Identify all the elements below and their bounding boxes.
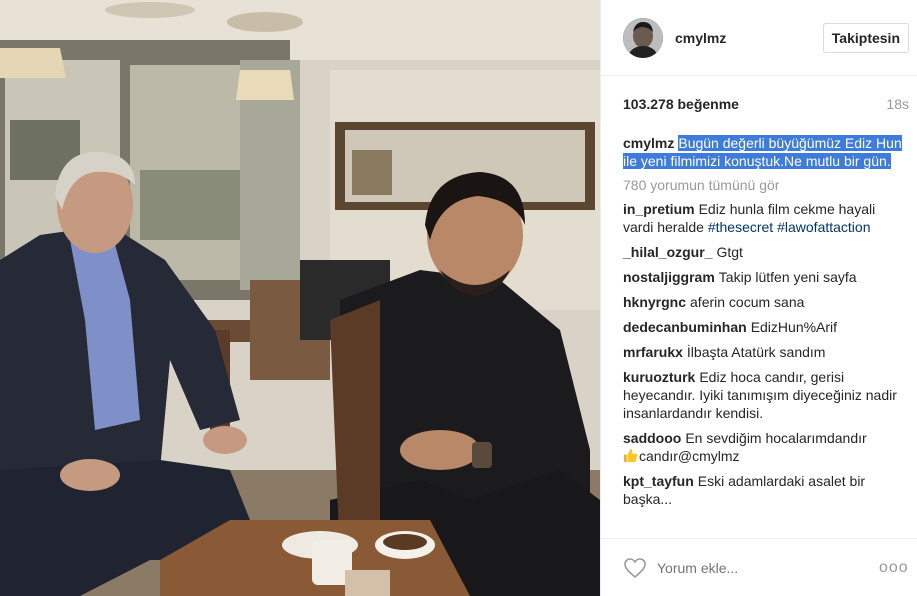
comment-text: Gtgt <box>716 244 743 260</box>
hashtag-link[interactable]: #lawofattaction <box>777 219 870 235</box>
avatar[interactable] <box>623 17 663 58</box>
thumbs-up-emoji-icon <box>623 448 638 463</box>
comment-author[interactable]: kpt_tayfun <box>623 473 694 489</box>
comment: in_pretium Ediz hunla film cekme hayali v… <box>623 200 903 236</box>
comment: saddooo En sevdiğim hocalarımdandır candı… <box>623 429 903 465</box>
comment: nostaljiggram Takip lütfen yeni sayfa <box>623 268 903 286</box>
comment-author[interactable]: _hilal_ozgur_ <box>623 244 712 260</box>
comment: mrfarukx İlbaşta Atatürk sandım <box>623 343 903 361</box>
follow-button[interactable]: Takiptesin <box>822 23 909 53</box>
comment-text: En sevdiğim hocalarımdandır <box>685 430 867 446</box>
instagram-post: cmylmz Takiptesin 103.278 beğenme 18s cm… <box>0 0 917 596</box>
post-header: cmylmz Takiptesin <box>601 0 917 76</box>
comment-text: aferin cocum sana <box>690 294 805 310</box>
comment-author[interactable]: hknyrgnc <box>623 294 686 310</box>
likes-row: 103.278 beğenme 18s <box>623 96 909 112</box>
post-sidebar: cmylmz Takiptesin 103.278 beğenme 18s cm… <box>600 0 917 596</box>
caption-author[interactable]: cmylmz <box>623 135 674 151</box>
comments-list: cmylmz Bugün değerli büyüğümüz Ediz Hun i… <box>623 134 903 515</box>
post-footer: ooo <box>601 538 917 596</box>
photo-illustration <box>0 0 600 596</box>
likes-count[interactable]: 103.278 beğenme <box>623 96 739 112</box>
hashtag-link[interactable]: #thesecret <box>708 219 773 235</box>
comment-author[interactable]: in_pretium <box>623 201 695 217</box>
view-all-comments-link[interactable]: 780 yorumun tümünü gör <box>623 177 903 193</box>
more-options-icon[interactable]: ooo <box>879 559 909 577</box>
comment: dedecanbuminhan EdizHun%Arif <box>623 318 903 336</box>
comment: kuruozturk Ediz hoca candır, gerisi heyec… <box>623 368 903 422</box>
comment-author[interactable]: saddooo <box>623 430 681 446</box>
comment-text: Takip lütfen yeni sayfa <box>718 269 857 285</box>
caption: cmylmz Bugün değerli büyüğümüz Ediz Hun i… <box>623 134 903 170</box>
comment-author[interactable]: mrfarukx <box>623 344 683 360</box>
comment-author[interactable]: dedecanbuminhan <box>623 319 747 335</box>
post-time[interactable]: 18s <box>886 96 909 112</box>
comment-author[interactable]: kuruozturk <box>623 369 695 385</box>
comment-text: İlbaşta Atatürk sandım <box>686 344 826 360</box>
comment-text: candır@cmylmz <box>639 448 740 464</box>
comment-author[interactable]: nostaljiggram <box>623 269 715 285</box>
comment-text: EdizHun%Arif <box>750 319 838 335</box>
comment-input[interactable] <box>657 559 879 576</box>
post-photo[interactable] <box>0 0 600 596</box>
comment: kpt_tayfun Eski adamlardaki asalet bir ba… <box>623 472 903 508</box>
heart-icon[interactable] <box>623 557 647 579</box>
comment: _hilal_ozgur_ Gtgt <box>623 243 903 261</box>
comment: hknyrgnc aferin cocum sana <box>623 293 903 311</box>
